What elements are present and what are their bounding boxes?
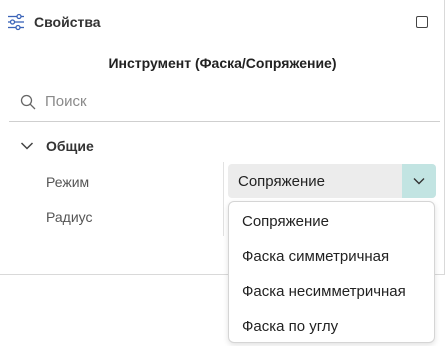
chevron-down-icon xyxy=(413,178,425,185)
tool-title: Инструмент (Фаска/Сопряжение) xyxy=(108,55,337,71)
mode-select[interactable]: Сопряжение xyxy=(228,164,436,198)
sliders-icon xyxy=(8,13,24,31)
chevron-down-icon xyxy=(20,142,34,150)
mode-select-value: Сопряжение xyxy=(238,173,325,190)
maximize-icon[interactable] xyxy=(416,16,428,28)
radius-label: Радиус xyxy=(46,209,93,225)
mode-dropdown-list: Сопряжение Фаска симметричная Фаска неси… xyxy=(228,201,435,343)
dropdown-option[interactable]: Фаска несимметричная xyxy=(242,283,406,300)
group-label: Общие xyxy=(46,138,94,154)
dropdown-option[interactable]: Сопряжение xyxy=(242,213,329,230)
panel-title: Свойства xyxy=(34,14,101,30)
search-input[interactable] xyxy=(45,90,425,112)
search-icon xyxy=(20,94,36,110)
dropdown-option[interactable]: Фаска симметричная xyxy=(242,248,389,265)
dropdown-option[interactable]: Фаска по углу xyxy=(242,318,338,335)
search-bar xyxy=(9,84,440,122)
column-divider[interactable] xyxy=(223,162,224,236)
mode-select-toggle[interactable] xyxy=(402,164,436,198)
mode-label: Режим xyxy=(46,174,90,190)
panel-header: Свойства xyxy=(0,0,445,46)
